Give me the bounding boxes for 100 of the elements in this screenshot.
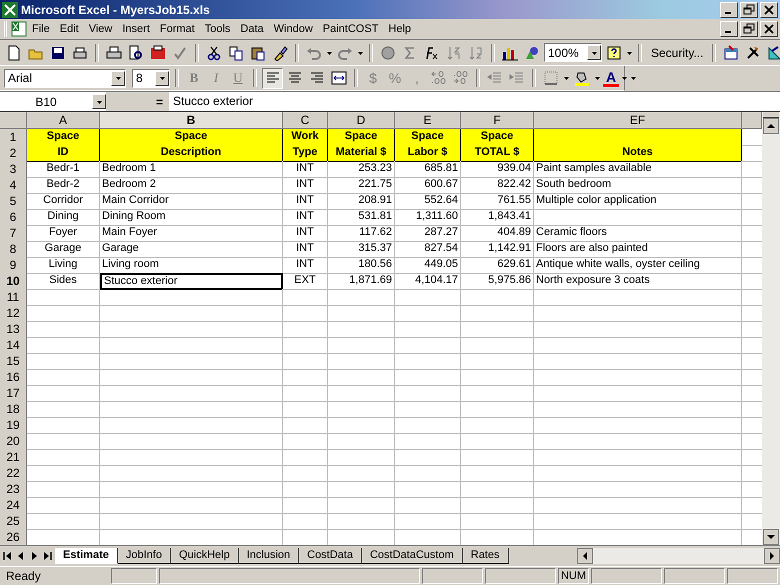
scroll-left-icon[interactable] <box>577 548 593 564</box>
calendar-icon[interactable] <box>723 44 740 60</box>
decrease-decimal-icon[interactable] <box>453 70 469 86</box>
column-header[interactable]: C <box>283 112 328 129</box>
horizontal-scrollbar[interactable] <box>577 548 780 564</box>
copy-icon[interactable] <box>228 44 244 60</box>
table-cell[interactable]: Garage <box>27 241 100 258</box>
table-cell[interactable]: 822.42 <box>461 177 534 194</box>
table-cell[interactable]: INT <box>283 241 328 258</box>
row-header[interactable]: 9 <box>0 257 27 274</box>
menu-item[interactable]: Tools <box>200 21 236 37</box>
split-box[interactable] <box>763 112 779 118</box>
row-header[interactable]: 25 <box>0 513 27 530</box>
table-cell[interactable]: 221.75 <box>328 177 395 194</box>
table-cell[interactable]: 180.56 <box>328 257 395 274</box>
restore-icon[interactable] <box>742 4 756 16</box>
close-icon[interactable] <box>762 4 776 16</box>
table-cell[interactable]: Living <box>27 257 100 274</box>
zoom-dropdown[interactable]: 100% <box>544 43 602 62</box>
row-header[interactable]: 19 <box>0 417 27 434</box>
menu-item[interactable]: Format <box>154 21 200 37</box>
table-cell[interactable]: 552.64 <box>395 193 461 210</box>
row-header[interactable]: 10 <box>0 273 27 290</box>
select-all-corner[interactable] <box>0 112 27 129</box>
tools-icon[interactable] <box>745 44 762 60</box>
table-cell[interactable]: Material $ <box>328 145 395 162</box>
table-cell[interactable]: 1,871.69 <box>328 273 395 290</box>
table-cell[interactable]: Notes <box>534 145 742 162</box>
table-cell[interactable]: INT <box>283 257 328 274</box>
table-cell[interactable]: INT <box>283 225 328 242</box>
menu-item[interactable]: Window <box>268 21 318 37</box>
font-dropdown[interactable]: Arial <box>4 68 126 88</box>
table-cell[interactable]: Bedroom 2 <box>100 177 283 194</box>
sheet-tab[interactable]: Rates <box>462 548 508 564</box>
row-header[interactable]: 4 <box>0 177 27 194</box>
dropdown-arrow-icon[interactable] <box>158 74 166 82</box>
sheet-tab[interactable]: CostData <box>299 548 362 564</box>
sort-descending-icon[interactable] <box>468 44 484 60</box>
table-cell[interactable]: North exposure 3 coats <box>534 273 742 290</box>
table-cell[interactable]: 449.05 <box>395 257 461 274</box>
table-cell[interactable]: 1,142.91 <box>461 241 534 258</box>
table-cell[interactable]: Main Foyer <box>100 225 283 242</box>
menu-item[interactable]: Help <box>383 21 416 37</box>
table-cell[interactable]: Space <box>100 129 283 146</box>
row-header[interactable]: 2 <box>0 145 27 162</box>
row-header[interactable]: 16 <box>0 369 27 386</box>
menu-item[interactable]: Edit <box>54 21 84 37</box>
clipboard-icon[interactable] <box>250 44 266 60</box>
row-header[interactable]: 6 <box>0 209 27 226</box>
column-header[interactable]: D <box>328 112 395 129</box>
formula-field[interactable]: Stucco exterior <box>169 92 780 111</box>
table-cell[interactable]: Labor $ <box>395 145 461 162</box>
print-preview-icon[interactable] <box>128 44 144 60</box>
table-cell[interactable]: Dining Room <box>100 209 283 226</box>
row-header[interactable]: 14 <box>0 337 27 354</box>
table-cell[interactable]: 1,843.41 <box>461 209 534 226</box>
menu-item[interactable]: PaintCOST <box>318 21 384 37</box>
table-cell[interactable]: Dining <box>27 209 100 226</box>
new-document-icon[interactable] <box>6 44 22 60</box>
table-cell[interactable]: 629.61 <box>461 257 534 274</box>
scroll-up-icon[interactable] <box>763 118 779 134</box>
help-icon[interactable] <box>606 44 622 60</box>
table-cell[interactable]: Antique white walls, oyster ceiling <box>534 257 742 274</box>
table-cell[interactable]: Main Corridor <box>100 193 283 210</box>
table-cell[interactable] <box>534 129 742 146</box>
table-cell[interactable]: 253.23 <box>328 161 395 178</box>
borders-icon[interactable] <box>543 70 559 86</box>
row-header[interactable]: 12 <box>0 305 27 322</box>
table-cell[interactable]: South bedroom <box>534 177 742 194</box>
column-header[interactable]: F <box>461 112 534 129</box>
row-header[interactable]: 21 <box>0 449 27 466</box>
table-cell[interactable]: 5,975.86 <box>461 273 534 290</box>
column-header[interactable]: EF <box>534 112 742 129</box>
table-cell[interactable]: Foyer <box>27 225 100 242</box>
column-header[interactable]: B <box>100 112 283 129</box>
table-cell[interactable]: 939.04 <box>461 161 534 178</box>
table-cell[interactable]: INT <box>283 193 328 210</box>
restore-icon[interactable] <box>742 23 756 35</box>
table-cell[interactable]: Space <box>395 129 461 146</box>
table-cell[interactable]: EXT <box>283 273 328 290</box>
table-cell[interactable]: 531.81 <box>328 209 395 226</box>
row-header[interactable]: 20 <box>0 433 27 450</box>
sheet-tab[interactable]: CostDataCustom <box>362 548 463 564</box>
table-cell[interactable]: Description <box>100 145 283 162</box>
column-header[interactable]: E <box>395 112 461 129</box>
table-cell[interactable]: TOTAL $ <box>461 145 534 162</box>
merge-center-icon[interactable] <box>331 70 347 86</box>
table-cell[interactable]: 208.91 <box>328 193 395 210</box>
font-size-dropdown[interactable]: 8 <box>132 68 170 88</box>
table-cell[interactable]: 685.81 <box>395 161 461 178</box>
table-cell[interactable]: 117.62 <box>328 225 395 242</box>
paintbrush-icon[interactable] <box>272 44 288 60</box>
fill-bucket-icon[interactable] <box>574 70 590 86</box>
function-icon[interactable] <box>424 44 440 60</box>
shapes-icon[interactable] <box>524 44 540 60</box>
table-cell[interactable]: ID <box>27 145 100 162</box>
row-header[interactable]: 3 <box>0 161 27 178</box>
table-cell[interactable]: Living room <box>100 257 283 274</box>
row-header[interactable]: 11 <box>0 289 27 306</box>
table-cell[interactable]: Work <box>283 129 328 146</box>
